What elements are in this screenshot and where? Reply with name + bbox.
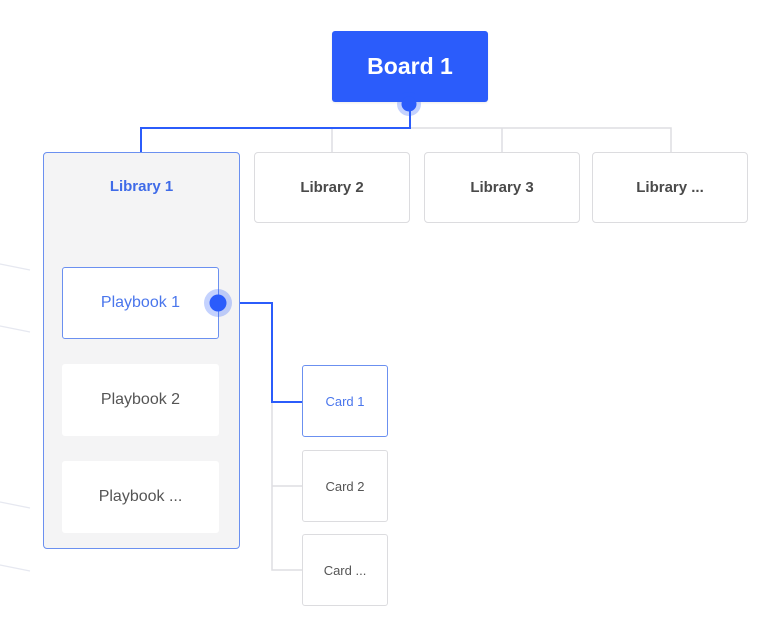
- library-node-more[interactable]: Library ...: [592, 152, 748, 223]
- playbook-2-label: Playbook 2: [100, 391, 181, 408]
- library-3-label: Library 3: [470, 179, 534, 196]
- library-more-label: Library ...: [636, 179, 704, 196]
- inactive-library-connectors: [331, 127, 672, 152]
- card-node-2[interactable]: Card 2: [302, 450, 388, 522]
- playbook-node-more[interactable]: Playbook ...: [62, 461, 219, 533]
- inactive-card-connectors: [271, 402, 302, 571]
- background-lines: [0, 263, 31, 572]
- active-connector-board-library: [140, 104, 411, 152]
- playbook-node-2[interactable]: Playbook 2: [62, 364, 219, 436]
- card-node-more[interactable]: Card ...: [302, 534, 388, 606]
- playbook-more-label: Playbook ...: [98, 488, 183, 505]
- board-label: Board 1: [367, 53, 453, 79]
- playbook-1-label: Playbook 1: [100, 294, 181, 311]
- card-2-label: Card 2: [325, 478, 365, 494]
- card-node-1[interactable]: Card 1: [302, 365, 388, 437]
- library-node-3[interactable]: Library 3: [424, 152, 580, 223]
- library-1-label: Library 1: [109, 178, 174, 195]
- card-more-label: Card ...: [323, 562, 367, 578]
- board-node[interactable]: Board 1: [332, 31, 488, 102]
- library-2-label: Library 2: [300, 179, 364, 196]
- card-1-label: Card 1: [325, 393, 365, 409]
- playbook-node-1[interactable]: Playbook 1: [62, 267, 219, 339]
- library-node-2[interactable]: Library 2: [254, 152, 410, 223]
